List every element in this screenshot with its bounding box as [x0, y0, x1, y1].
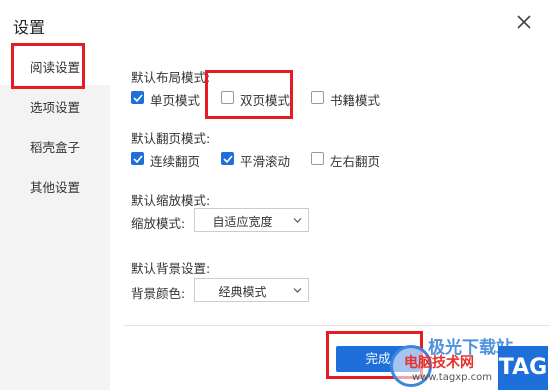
background-color-select[interactable]: 经典模式 — [194, 278, 309, 302]
checkbox-unchecked-icon — [311, 91, 324, 104]
flip-mode-label: 默认翻页模式: — [131, 131, 211, 146]
sidebar: 阅读设置 选项设置 稻壳盒子 其他设置 — [0, 45, 110, 390]
chevron-down-icon — [293, 288, 302, 293]
checkbox-checked-icon — [131, 152, 144, 165]
background-label: 默认背景设置: — [131, 261, 211, 276]
sidebar-item-docer-box[interactable]: 稻壳盒子 — [0, 125, 110, 165]
zoom-mode-select[interactable]: 自适应宽度 — [194, 208, 309, 232]
divider — [124, 325, 550, 326]
sidebar-item-label: 其他设置 — [30, 180, 81, 195]
double-page-checkbox[interactable]: 双页模式 — [221, 89, 301, 108]
book-mode-checkbox[interactable]: 书籍模式 — [311, 89, 391, 108]
background-field-label: 背景颜色: — [131, 286, 186, 301]
close-button[interactable] — [512, 10, 536, 34]
dialog-title: 设置 — [13, 18, 46, 37]
single-page-checkbox[interactable]: 单页模式 — [131, 89, 211, 108]
zoom-field-label: 缩放模式: — [131, 216, 186, 231]
watermark-subtitle: 电脑技术网 — [404, 355, 474, 371]
sidebar-item-other[interactable]: 其他设置 — [0, 165, 110, 205]
settings-dialog: 设置 阅读设置 选项设置 稻壳盒子 其他设置 默认布局模式: 单页模式 双页模式… — [0, 0, 550, 390]
checkbox-label: 双页模式 — [240, 93, 291, 108]
continuous-flip-checkbox[interactable]: 连续翻页 — [131, 150, 211, 169]
checkbox-checked-icon — [221, 152, 234, 165]
smooth-scroll-checkbox[interactable]: 平滑滚动 — [221, 150, 301, 169]
select-value: 经典模式 — [218, 285, 267, 299]
checkbox-unchecked-icon — [221, 91, 234, 104]
checkbox-label: 左右翻页 — [330, 154, 381, 169]
checkbox-label: 单页模式 — [150, 93, 201, 108]
checkbox-label: 书籍模式 — [330, 93, 381, 108]
zoom-mode-label: 默认缩放模式: — [131, 193, 211, 208]
select-value: 自适应宽度 — [212, 215, 273, 229]
checkbox-label: 平滑滚动 — [240, 154, 291, 169]
chevron-down-icon — [293, 218, 302, 223]
layout-mode-label: 默认布局模式: — [131, 70, 211, 85]
sidebar-item-label: 阅读设置 — [30, 60, 81, 75]
checkbox-checked-icon — [131, 91, 144, 104]
checkbox-label: 连续翻页 — [150, 154, 201, 169]
sidebar-item-label: 选项设置 — [30, 100, 81, 115]
sidebar-item-label: 稻壳盒子 — [30, 140, 81, 155]
sidebar-item-reading[interactable]: 阅读设置 — [0, 45, 110, 85]
close-icon — [517, 15, 531, 29]
checkbox-unchecked-icon — [311, 152, 324, 165]
watermark-url: www.tagxp.com — [412, 372, 492, 383]
sidebar-item-options[interactable]: 选项设置 — [0, 85, 110, 125]
watermark-tag: TAG — [498, 346, 548, 390]
left-right-flip-checkbox[interactable]: 左右翻页 — [311, 150, 391, 169]
